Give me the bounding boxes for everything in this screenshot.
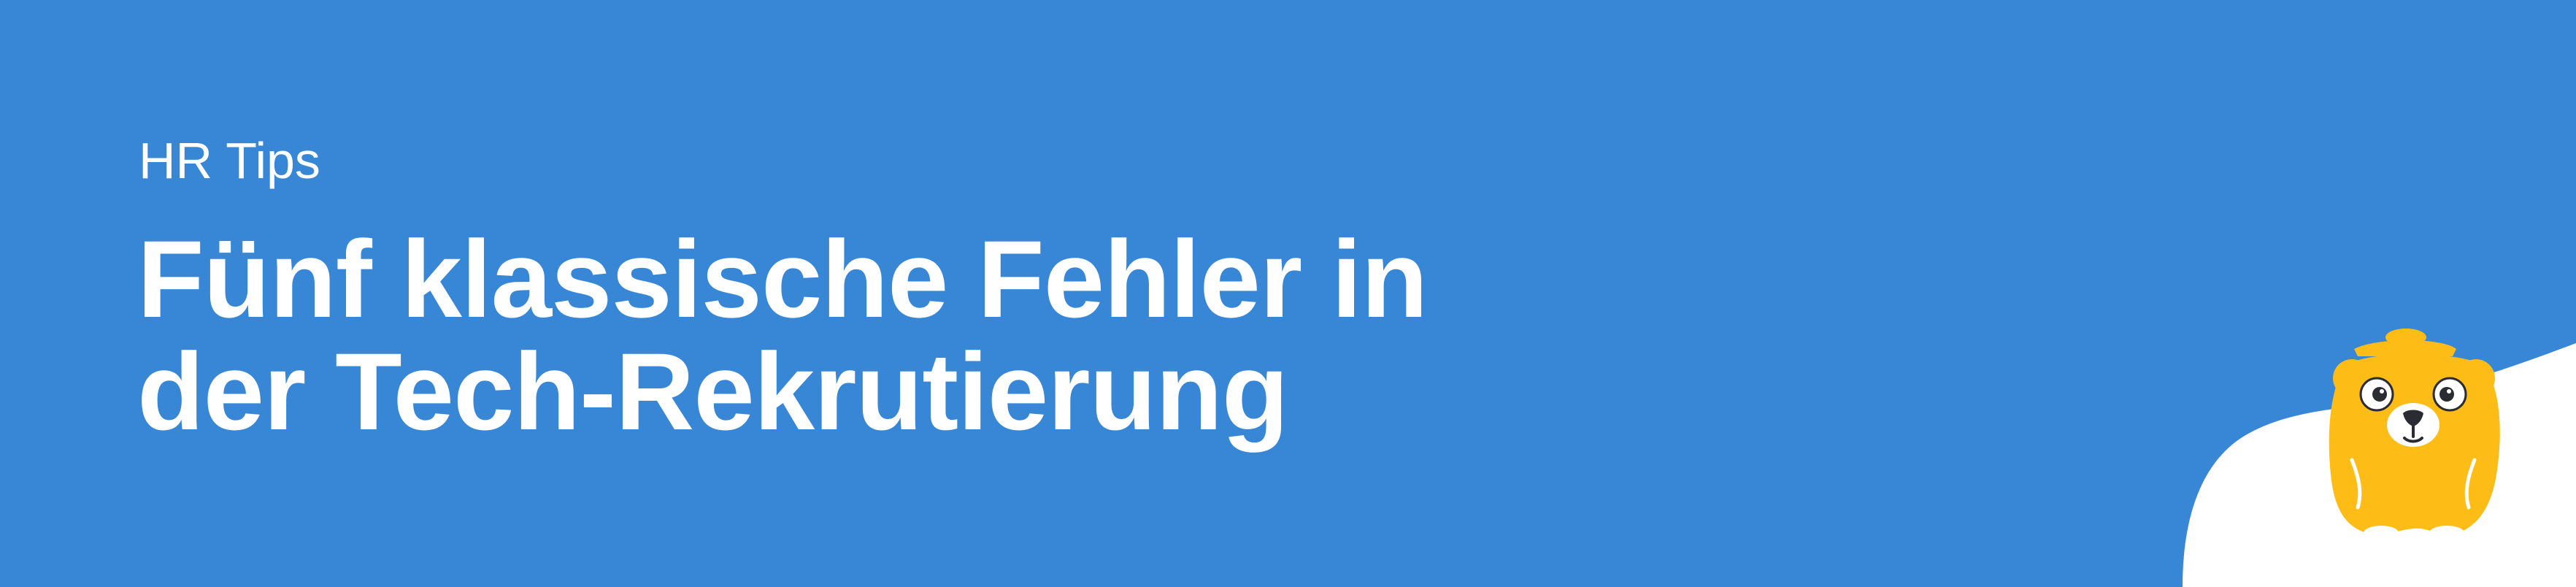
hero-banner: HR Tips Fünf klassische Fehler in der Te…: [0, 0, 2576, 587]
category-label: HR Tips: [139, 132, 320, 189]
page-title-line-2: der Tech-Rekrutierung: [137, 330, 1289, 453]
page-title-line-1: Fünf klassische Fehler in: [137, 218, 1428, 340]
bear-mascot-icon: [2329, 329, 2500, 540]
page-title: Fünf klassische Fehler in der Tech-Rekru…: [137, 218, 1428, 453]
